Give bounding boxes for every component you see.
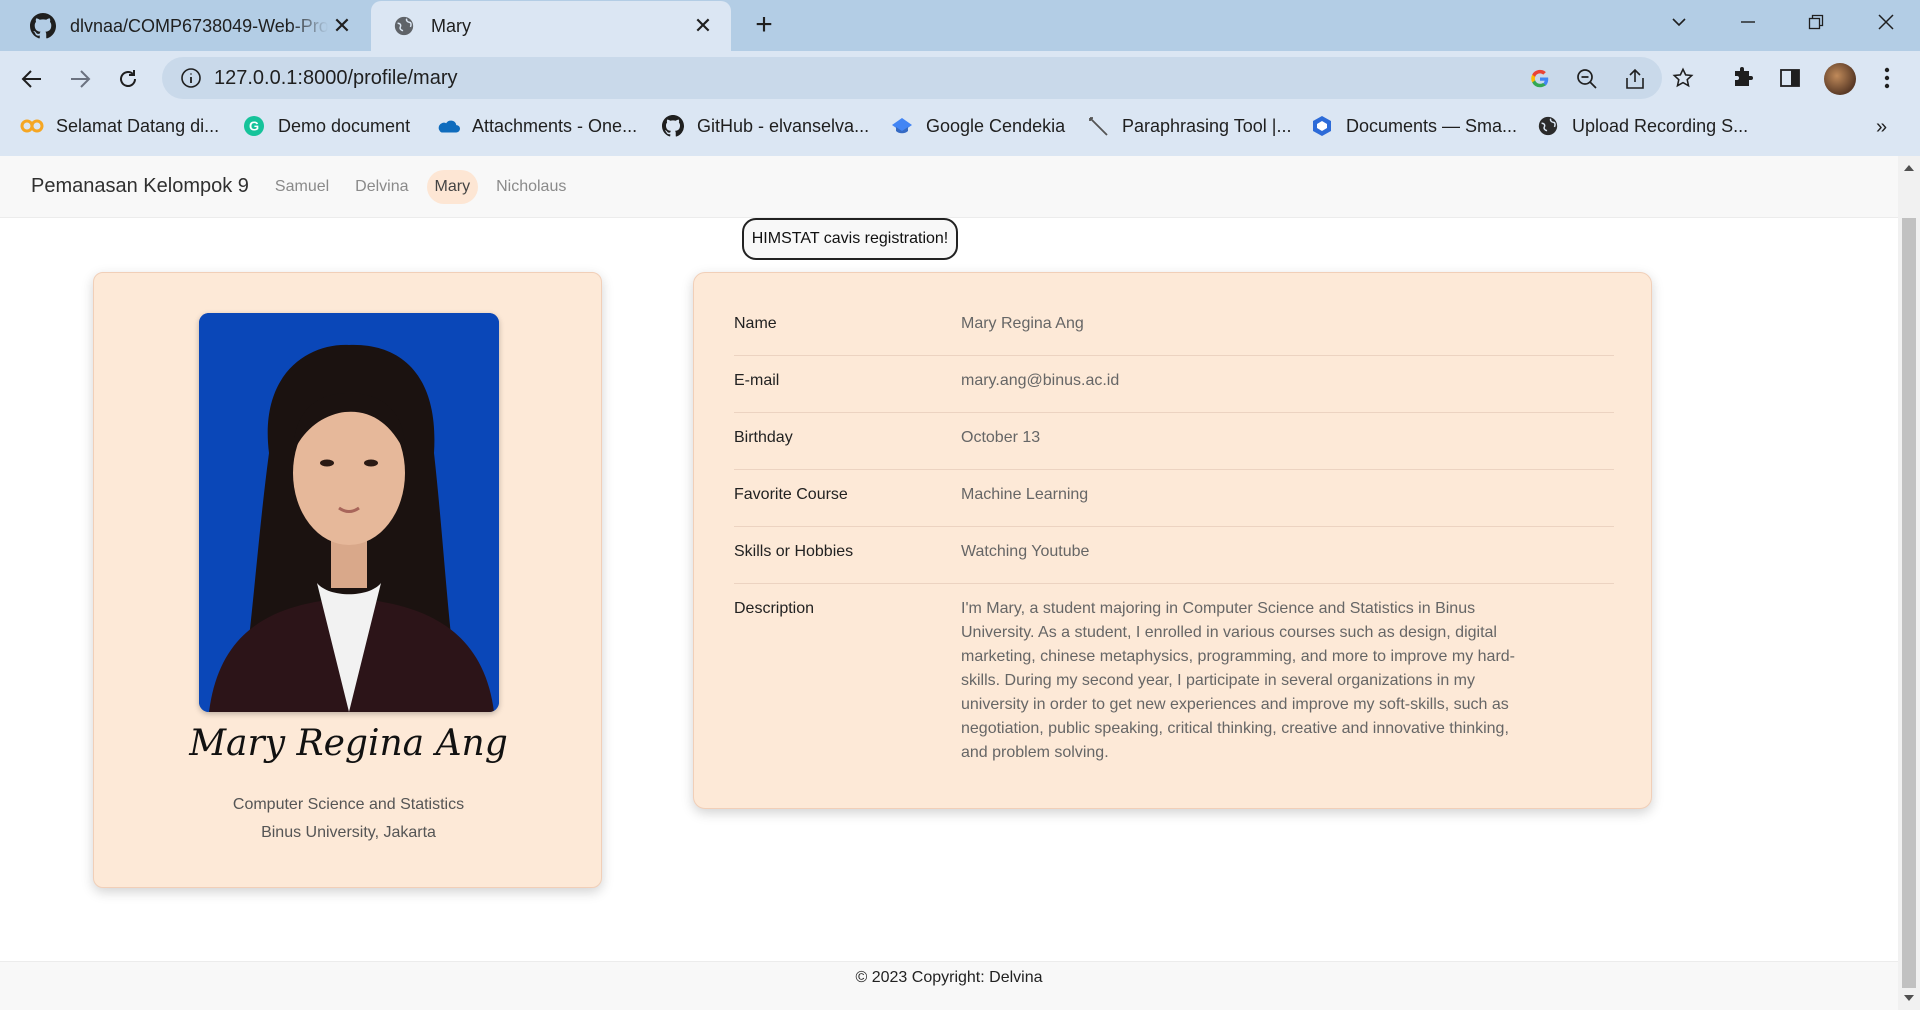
minimize-icon[interactable] [1714, 0, 1782, 44]
github-icon [30, 13, 56, 39]
detail-label: Favorite Course [734, 486, 848, 503]
scholar-icon [890, 114, 914, 138]
side-panel-icon[interactable] [1775, 63, 1805, 93]
profile-name: Mary Regina Ang [189, 723, 508, 764]
scrollbar[interactable] [1898, 156, 1920, 1010]
reload-icon[interactable] [112, 63, 144, 95]
bookmark-item[interactable]: GitHub - elvanselva... [661, 114, 869, 138]
bookmark-item[interactable]: Paraphrasing Tool |... [1086, 114, 1291, 138]
detail-row-name: Name Mary Regina Ang [734, 315, 1614, 356]
close-window-icon[interactable] [1852, 0, 1920, 44]
bookmark-item[interactable]: G Demo document [242, 114, 410, 138]
detail-label: Birthday [734, 429, 793, 446]
nav-link-delvina[interactable]: Delvina [347, 170, 416, 204]
more-bookmarks-button[interactable]: » [1876, 116, 1887, 139]
profile-photo [199, 313, 499, 712]
tab-title: Mary [431, 15, 471, 36]
scroll-up-icon[interactable] [1903, 162, 1915, 174]
globe-icon [1536, 114, 1560, 138]
pen-icon [1086, 114, 1110, 138]
scroll-down-icon[interactable] [1903, 992, 1915, 1004]
detail-description: I'm Mary, a student majoring in Computer… [961, 600, 1515, 761]
extensions-icon[interactable] [1728, 63, 1758, 93]
co-icon [20, 114, 44, 138]
close-tab-icon[interactable]: ✕ [328, 12, 356, 40]
profile-university: Binus University, Jakarta [261, 824, 436, 841]
nav-link-nicholaus[interactable]: Nicholaus [488, 170, 574, 204]
detail-label: E-mail [734, 372, 780, 389]
detail-label: Name [734, 315, 777, 332]
nav-link-samuel[interactable]: Samuel [267, 170, 337, 204]
browser-tab-github[interactable]: dlvnaa/COMP6738049-Web-Programming ✕ [10, 1, 370, 51]
tab-title: dlvnaa/COMP6738049-Web-Programming [70, 15, 328, 36]
details-card: Name Mary Regina Ang E-mail mary.ang@bin… [693, 272, 1652, 809]
site-navbar: Pemanasan Kelompok 9 Samuel Delvina Mary… [0, 156, 1898, 218]
tab-search-icon[interactable] [1645, 0, 1713, 44]
browser-tab-mary[interactable]: Mary ✕ [371, 1, 731, 51]
detail-value: Mary Regina Ang [961, 315, 1084, 332]
detail-label: Skills or Hobbies [734, 543, 854, 560]
zoom-out-icon[interactable] [1574, 66, 1600, 92]
restore-icon[interactable] [1782, 0, 1850, 44]
menu-icon[interactable] [1872, 63, 1902, 93]
profile-major: Computer Science and Statistics [232, 796, 465, 813]
svg-text:G: G [249, 119, 259, 134]
profile-avatar[interactable] [1824, 63, 1856, 95]
navbar-brand[interactable]: Pemanasan Kelompok 9 [31, 175, 249, 198]
detail-value: Watching Youtube [961, 543, 1090, 560]
site-info-icon[interactable] [180, 67, 202, 89]
page-footer: © 2023 Copyright: Delvina [0, 961, 1898, 1010]
bookmark-item[interactable]: Attachments - One... [436, 114, 637, 138]
url-text: 127.0.0.1:8000/profile/mary [214, 67, 458, 89]
scroll-thumb[interactable] [1902, 218, 1916, 988]
close-tab-icon[interactable]: ✕ [689, 12, 717, 40]
smallpdf-icon [1310, 114, 1334, 138]
page-viewport: Pemanasan Kelompok 9 Samuel Delvina Mary… [0, 156, 1920, 1010]
detail-row-favorite-course: Favorite Course Machine Learning [734, 486, 1614, 527]
nav-link-mary[interactable]: Mary [426, 169, 479, 204]
new-tab-button[interactable]: + [748, 10, 780, 42]
detail-value: Machine Learning [961, 486, 1089, 503]
detail-row-description: Description I'm Mary, a student majoring… [734, 597, 1614, 767]
detail-row-skills: Skills or Hobbies Watching Youtube [734, 543, 1614, 584]
detail-label: Description [734, 600, 815, 617]
address-bar[interactable]: 127.0.0.1:8000/profile/mary [162, 57, 1662, 99]
bookmarks-bar: Selamat Datang di... G Demo document Att… [0, 106, 1920, 148]
browser-tab-bar: dlvnaa/COMP6738049-Web-Programming ✕ Mar… [0, 0, 1920, 51]
globe-icon [391, 13, 417, 39]
bookmark-item[interactable]: Upload Recording S... [1536, 114, 1748, 138]
detail-row-birthday: Birthday October 13 [734, 429, 1614, 470]
browser-toolbar: 127.0.0.1:8000/profile/mary Selamat Data… [0, 51, 1920, 156]
detail-value: mary.ang@binus.ac.id [961, 372, 1120, 389]
bookmark-star-icon[interactable] [1668, 63, 1698, 93]
detail-value: October 13 [961, 429, 1041, 446]
bookmark-item[interactable]: Google Cendekia [890, 114, 1065, 138]
share-icon[interactable] [1622, 66, 1648, 92]
grammarly-icon: G [242, 114, 266, 138]
onedrive-icon [436, 114, 460, 138]
bookmark-item[interactable]: Selamat Datang di... [20, 114, 219, 138]
github-icon [661, 114, 685, 138]
profile-card: Mary Regina Ang Computer Science and Sta… [93, 272, 602, 888]
bookmark-item[interactable]: Documents — Sma... [1310, 114, 1517, 138]
tooltip: HIMSTAT cavis registration! [742, 218, 958, 260]
detail-row-email: E-mail mary.ang@binus.ac.id [734, 372, 1614, 413]
back-icon[interactable] [16, 63, 48, 95]
google-icon[interactable] [1527, 66, 1553, 92]
forward-icon[interactable] [64, 63, 96, 95]
